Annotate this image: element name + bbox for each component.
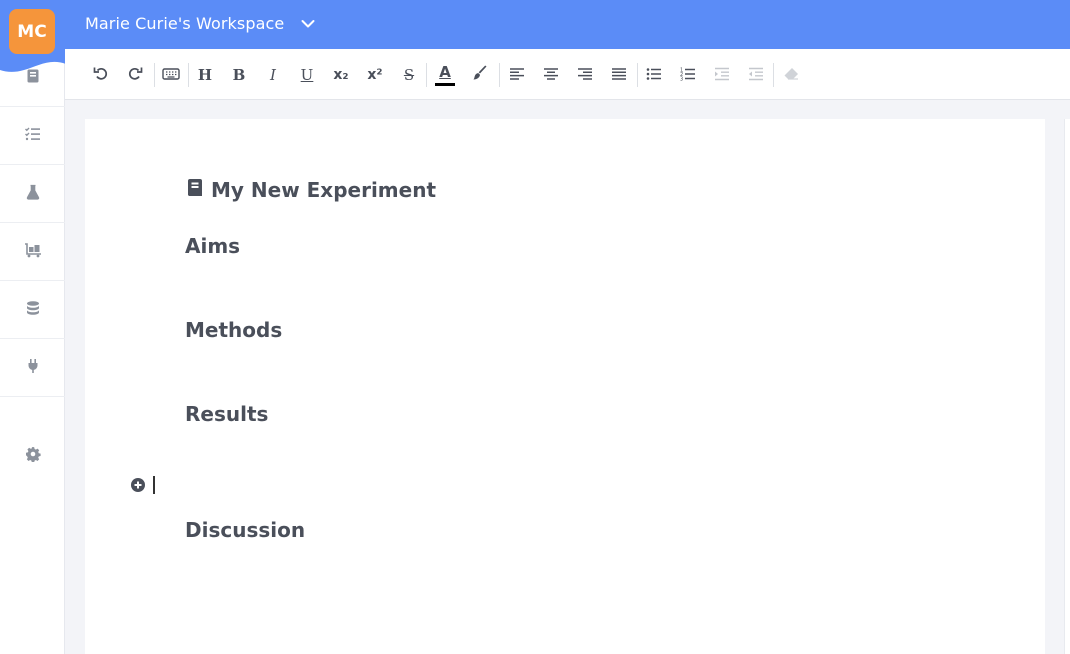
sidebar-item-database[interactable]: [0, 281, 65, 339]
undo-icon: [93, 65, 109, 85]
workspace-title: Marie Curie's Workspace: [85, 14, 285, 33]
sidebar: [0, 49, 65, 654]
redo-button[interactable]: [121, 62, 149, 88]
toolbar-divider: [773, 63, 774, 87]
bullet-list-button[interactable]: [640, 62, 668, 88]
keyboard-icon: [162, 66, 180, 85]
numbered-list-icon: 123: [680, 66, 696, 85]
paintbrush-icon: [472, 65, 488, 85]
align-center-button[interactable]: [537, 62, 565, 88]
clear-formatting-button[interactable]: [777, 62, 805, 88]
redo-icon: [127, 65, 143, 85]
toolbar-divider: [499, 63, 500, 87]
italic-button[interactable]: I: [259, 62, 287, 88]
notebook-icon: [185, 177, 205, 203]
plugin-icon: [25, 358, 41, 378]
superscript-button[interactable]: x²: [361, 62, 389, 88]
align-left-icon: [509, 66, 525, 85]
document-title-text: My New Experiment: [211, 178, 437, 202]
right-panel-edge: [1064, 119, 1070, 654]
chevron-down-icon[interactable]: [300, 16, 316, 32]
toolbar-divider: [426, 63, 427, 87]
eraser-icon: [783, 66, 799, 85]
sidebar-item-tasks[interactable]: [0, 107, 65, 165]
task-list-icon: [24, 126, 42, 146]
flask-icon: [25, 184, 41, 204]
text-color-label: A: [439, 62, 451, 81]
toolbar-divider: [188, 63, 189, 87]
toolbar-divider: [154, 63, 155, 87]
text-color-swatch: [435, 82, 455, 86]
text-cursor: [153, 476, 155, 494]
sidebar-item-protocols[interactable]: [0, 165, 65, 223]
outdent-icon: [748, 66, 764, 85]
align-left-button[interactable]: [503, 62, 531, 88]
undo-button[interactable]: [87, 62, 115, 88]
avatar[interactable]: MC: [9, 9, 55, 54]
svg-text:3: 3: [680, 76, 683, 81]
toolbar-divider: [637, 63, 638, 87]
add-block-button[interactable]: [130, 477, 146, 493]
sidebar-item-settings[interactable]: [0, 427, 65, 485]
bullet-list-icon: [646, 66, 662, 85]
align-justify-icon: [611, 66, 627, 85]
sidebar-item-inventory[interactable]: [0, 223, 65, 281]
subscript-button[interactable]: x₂: [327, 62, 355, 88]
gear-icon: [25, 446, 41, 466]
align-justify-button[interactable]: [605, 62, 633, 88]
heading-aims[interactable]: Aims: [185, 234, 240, 258]
numbered-list-button[interactable]: 123: [674, 62, 702, 88]
indent-icon: [714, 66, 730, 85]
highlight-button[interactable]: [466, 62, 494, 88]
align-center-icon: [543, 66, 559, 85]
strikethrough-button[interactable]: S: [395, 62, 423, 88]
sidebar-item-integrations[interactable]: [0, 339, 65, 397]
align-right-icon: [577, 66, 593, 85]
plus-circle-icon: [130, 478, 146, 497]
keyboard-shortcuts-button[interactable]: [157, 62, 185, 88]
heading-results[interactable]: Results: [185, 402, 268, 426]
workspace-switcher[interactable]: Marie Curie's Workspace: [85, 14, 316, 33]
outdent-button[interactable]: [742, 62, 770, 88]
heading-methods[interactable]: Methods: [185, 318, 282, 342]
heading-button[interactable]: H: [191, 62, 219, 88]
document-title[interactable]: My New Experiment: [185, 177, 436, 203]
heading-discussion[interactable]: Discussion: [185, 518, 305, 542]
inventory-cart-icon: [24, 242, 42, 262]
underline-button[interactable]: U: [293, 62, 321, 88]
text-color-button[interactable]: A: [431, 62, 459, 88]
database-icon: [25, 300, 41, 320]
align-right-button[interactable]: [571, 62, 599, 88]
editor-toolbar: H B I U x₂ x² S A 1 2 3: [65, 49, 1070, 100]
bold-button[interactable]: B: [225, 62, 253, 88]
indent-button[interactable]: [708, 62, 736, 88]
top-bar: Marie Curie's Workspace: [0, 0, 1070, 49]
